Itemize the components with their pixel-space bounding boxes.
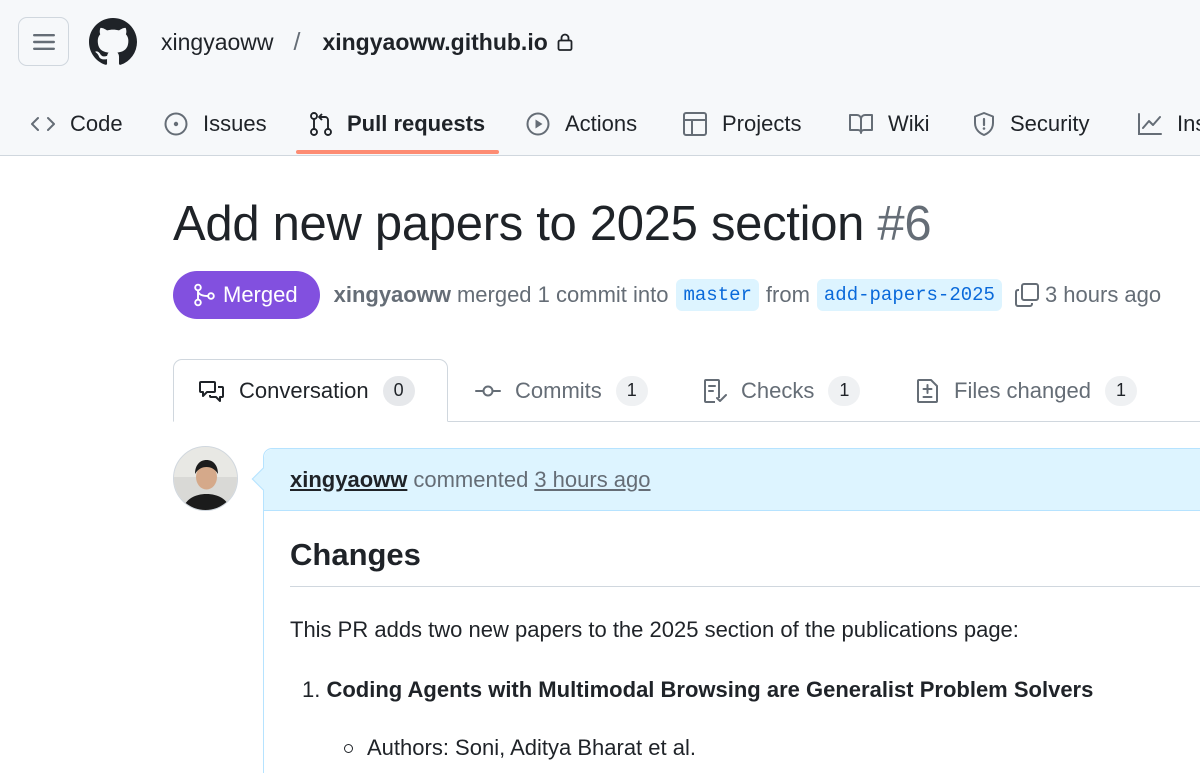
tab-files-changed-count: 1 xyxy=(1104,375,1137,406)
comment-header: xingyaoww commented 3 hours ago xyxy=(264,449,1200,511)
repo-name-link[interactable]: xingyaoww.github.io xyxy=(322,29,547,56)
tab-checks[interactable]: Checks 1 xyxy=(703,359,861,422)
comment-heading: Changes xyxy=(290,537,421,572)
active-tab-underline xyxy=(296,150,499,154)
lock-icon xyxy=(556,32,574,52)
avatar[interactable] xyxy=(173,446,238,511)
comment-intro: This PR adds two new papers to the 2025 … xyxy=(290,617,1019,642)
head-branch[interactable]: add-papers-2025 xyxy=(816,279,1002,311)
pr-action-text: merged 1 commit into xyxy=(456,282,669,307)
comment-card: xingyaoww commented 3 hours ago Changes … xyxy=(251,448,1200,773)
tab-wiki-label: Wiki xyxy=(888,111,930,136)
hamburger-icon xyxy=(32,33,55,50)
issue-icon xyxy=(164,112,188,136)
pr-number: #6 xyxy=(877,197,932,251)
repo-header: xingyaoww / xingyaoww.github.io Code Iss… xyxy=(0,0,1200,156)
list-item-number: 1. xyxy=(302,677,321,702)
pr-time: 3 hours ago xyxy=(1044,282,1162,307)
tab-projects[interactable]: Projects xyxy=(682,92,801,156)
tab-conversation-count: 0 xyxy=(382,375,415,406)
tab-pull-requests-label: Pull requests xyxy=(347,111,486,136)
code-icon xyxy=(31,117,55,131)
tab-conversation-label: Conversation xyxy=(239,377,369,403)
heading-divider xyxy=(290,586,1200,587)
page-title: Add new papers to 2025 section #6 xyxy=(173,196,932,252)
tab-projects-label: Projects xyxy=(722,111,802,136)
tab-security-label: Security xyxy=(1010,111,1090,136)
pull-request-icon xyxy=(310,112,332,136)
merge-icon xyxy=(194,283,215,307)
tab-checks-count: 1 xyxy=(828,375,861,406)
repo-nav-tabs: Code Issues Pull requests Actions Projec… xyxy=(0,92,1200,156)
tab-wiki[interactable]: Wiki xyxy=(848,92,930,156)
comment-verb: commented xyxy=(413,466,529,492)
shield-icon xyxy=(974,112,994,136)
breadcrumb-separator: / xyxy=(293,27,301,56)
tab-code[interactable]: Code xyxy=(30,92,123,156)
tab-issues[interactable]: Issues xyxy=(163,92,267,156)
from-text: from xyxy=(765,282,810,307)
tab-insights[interactable]: Ins xyxy=(1137,92,1200,156)
status-badge: Merged xyxy=(173,271,320,319)
comment-author-link[interactable]: xingyaoww xyxy=(290,467,407,493)
tab-issues-label: Issues xyxy=(203,111,267,136)
tab-security[interactable]: Security xyxy=(972,92,1089,156)
book-icon xyxy=(849,114,873,134)
file-diff-icon xyxy=(917,378,938,403)
copy-icon[interactable] xyxy=(1014,282,1040,308)
breadcrumb: xingyaoww / xingyaoww.github.io xyxy=(161,24,574,60)
pr-title-text: Add new papers to 2025 section xyxy=(173,197,865,251)
tab-actions[interactable]: Actions xyxy=(525,92,637,156)
tab-pull-requests[interactable]: Pull requests xyxy=(309,92,485,156)
list-item: 1. Coding Agents with Multimodal Browsin… xyxy=(302,677,1093,703)
tab-commits[interactable]: Commits 1 xyxy=(475,359,648,422)
pr-author-link[interactable]: xingyaoww xyxy=(334,282,451,308)
pr-meta: Merged xingyaoww merged 1 commit into ma… xyxy=(173,271,1161,319)
play-icon xyxy=(526,112,550,136)
table-icon xyxy=(683,112,707,136)
tab-insights-label: Ins xyxy=(1177,111,1200,136)
graph-icon xyxy=(1138,113,1162,135)
sub-list-item-text: Authors: Soni, Aditya Bharat et al. xyxy=(367,735,696,760)
tab-actions-label: Actions xyxy=(565,111,638,136)
tab-commits-label: Commits xyxy=(515,377,602,403)
comment-time-link[interactable]: 3 hours ago xyxy=(534,467,650,493)
repo-owner-link[interactable]: xingyaoww xyxy=(161,29,274,56)
menu-button[interactable] xyxy=(18,17,69,66)
comment-discussion-icon xyxy=(199,380,224,402)
checklist-icon xyxy=(704,378,727,403)
bullet-icon xyxy=(344,743,353,753)
tab-files-changed[interactable]: Files changed 1 xyxy=(916,359,1137,422)
tab-code-label: Code xyxy=(70,111,123,136)
list-item-title: Coding Agents with Multimodal Browsing a… xyxy=(326,677,1094,702)
avatar-photo xyxy=(174,447,237,510)
base-branch[interactable]: master xyxy=(676,279,759,311)
sub-list-item: Authors: Soni, Aditya Bharat et al. xyxy=(344,735,696,761)
tab-conversation[interactable]: Conversation 0 xyxy=(173,359,448,422)
tab-files-changed-label: Files changed xyxy=(954,377,1091,403)
commit-icon xyxy=(475,385,501,396)
tab-commits-count: 1 xyxy=(615,375,648,406)
github-logo-icon[interactable] xyxy=(89,18,137,66)
tab-checks-label: Checks xyxy=(741,377,815,403)
status-badge-label: Merged xyxy=(223,282,298,307)
